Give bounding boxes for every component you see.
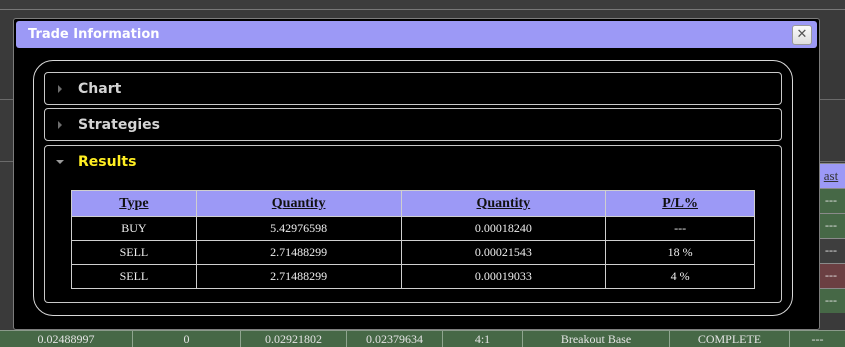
- cell-type: SELL: [71, 240, 197, 265]
- background-cell: ---: [811, 332, 824, 346]
- cell-pl-percent: 4 %: [605, 264, 755, 289]
- section-header-chart[interactable]: Chart: [44, 72, 782, 105]
- triangle-down-icon: [56, 160, 64, 164]
- cell-pl-percent: 18 %: [605, 240, 755, 265]
- cell-quantity-2: 0.00019033: [400, 264, 607, 289]
- cell-quantity: 2.71488299: [195, 240, 402, 265]
- column-header-pl-percent[interactable]: P/L%: [605, 190, 755, 217]
- close-button[interactable]: ✕: [792, 25, 812, 45]
- background-cell: 0.02488997: [0, 331, 133, 347]
- background-page-top: [0, 0, 845, 10]
- dialog-title-bar[interactable]: Trade Information ✕: [16, 21, 817, 48]
- section-header-results[interactable]: Results: [44, 145, 782, 179]
- close-icon: ✕: [796, 27, 808, 42]
- results-panel: Type Quantity Quantity P/L% BUY 5.429765…: [44, 178, 782, 303]
- background-row-value: ---: [825, 243, 837, 257]
- cell-quantity: 2.71488299: [195, 264, 402, 289]
- trade-information-dialog: Trade Information ✕ Chart Strategies Res…: [13, 18, 820, 330]
- dialog-title: Trade Information: [28, 27, 160, 42]
- background-cell: 0.02921802: [241, 331, 347, 347]
- cell-type: BUY: [71, 216, 197, 241]
- background-row-value: ---: [825, 293, 837, 307]
- background-cell: COMPLETE: [670, 331, 790, 347]
- column-header-type[interactable]: Type: [71, 190, 197, 217]
- cell-quantity: 5.42976598: [195, 216, 402, 241]
- cell-type: SELL: [71, 264, 197, 289]
- table-row: BUY 5.42976598 0.00018240 ---: [71, 216, 755, 241]
- background-row-value: ---: [825, 218, 837, 232]
- section-label-results: Results: [78, 154, 137, 170]
- background-header-last[interactable]: ast: [817, 163, 845, 189]
- table-row: SELL 2.71488299 0.00019033 4 %: [71, 264, 755, 289]
- section-label-chart: Chart: [78, 80, 122, 97]
- column-header-quantity-2[interactable]: Quantity: [400, 190, 607, 217]
- table-row: SELL 2.71488299 0.00021543 18 %: [71, 240, 755, 265]
- section-label-strategies: Strategies: [78, 116, 160, 133]
- results-table: Type Quantity Quantity P/L% BUY 5.429765…: [71, 190, 755, 289]
- background-cell: 0.02379634: [347, 331, 443, 347]
- background-row-value: ---: [825, 193, 837, 207]
- section-header-strategies[interactable]: Strategies: [44, 108, 782, 141]
- background-row-value: ---: [825, 268, 837, 282]
- background-table-row: 0.02488997 0 0.02921802 0.02379634 4:1 B…: [0, 330, 845, 347]
- table-header-row: Type Quantity Quantity P/L%: [71, 190, 755, 217]
- column-header-quantity[interactable]: Quantity: [195, 190, 402, 217]
- background-cell: 0: [133, 331, 241, 347]
- cell-pl-percent: ---: [605, 216, 755, 241]
- triangle-right-icon: [58, 120, 62, 129]
- cell-quantity-2: 0.00018240: [400, 216, 607, 241]
- cell-quantity-2: 0.00021543: [400, 240, 607, 265]
- background-cell: Breakout Base: [523, 331, 670, 347]
- triangle-right-icon: [58, 84, 62, 93]
- background-cell: 4:1: [443, 331, 523, 347]
